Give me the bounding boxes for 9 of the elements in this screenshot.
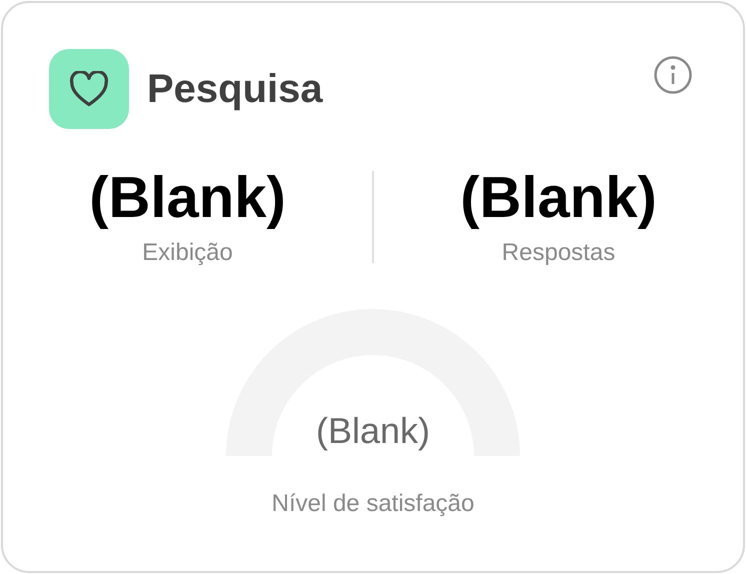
stat-value: (Blank)	[460, 164, 657, 232]
gauge-label: Nível de satisfação	[272, 489, 474, 519]
heart-icon	[69, 71, 109, 107]
stat-value: (Blank)	[89, 164, 286, 232]
stat-label: Respostas	[502, 238, 616, 268]
gauge-value: (Blank)	[314, 409, 432, 453]
stat-label: Exibição	[142, 238, 233, 268]
info-icon[interactable]	[653, 55, 693, 95]
card-title: Pesquisa	[147, 66, 323, 113]
